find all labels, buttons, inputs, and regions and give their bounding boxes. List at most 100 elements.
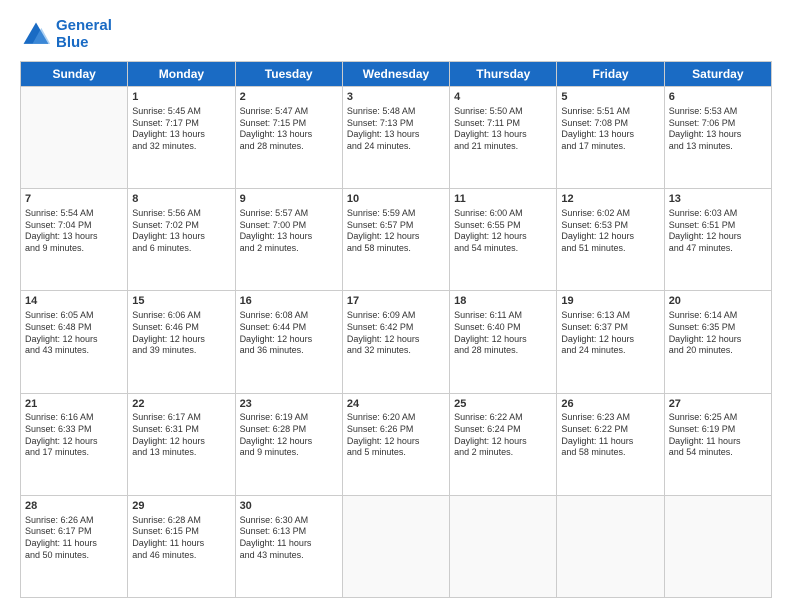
day-info: Sunrise: 6:09 AM Sunset: 6:42 PM Dayligh…: [347, 310, 445, 357]
day-number: 12: [561, 192, 659, 207]
calendar-cell: 15Sunrise: 6:06 AM Sunset: 6:46 PM Dayli…: [128, 291, 235, 393]
calendar-cell: 5Sunrise: 5:51 AM Sunset: 7:08 PM Daylig…: [557, 87, 664, 189]
week-row-5: 28Sunrise: 6:26 AM Sunset: 6:17 PM Dayli…: [21, 495, 772, 597]
calendar-cell: 28Sunrise: 6:26 AM Sunset: 6:17 PM Dayli…: [21, 495, 128, 597]
day-number: 6: [669, 90, 767, 105]
calendar-cell: 22Sunrise: 6:17 AM Sunset: 6:31 PM Dayli…: [128, 393, 235, 495]
weekday-thursday: Thursday: [450, 62, 557, 87]
day-number: 19: [561, 294, 659, 309]
day-number: 16: [240, 294, 338, 309]
day-number: 15: [132, 294, 230, 309]
day-number: 27: [669, 397, 767, 412]
day-info: Sunrise: 6:23 AM Sunset: 6:22 PM Dayligh…: [561, 412, 659, 459]
calendar-cell: 3Sunrise: 5:48 AM Sunset: 7:13 PM Daylig…: [342, 87, 449, 189]
day-info: Sunrise: 6:05 AM Sunset: 6:48 PM Dayligh…: [25, 310, 123, 357]
day-number: 1: [132, 90, 230, 105]
day-info: Sunrise: 5:53 AM Sunset: 7:06 PM Dayligh…: [669, 106, 767, 153]
day-number: 28: [25, 499, 123, 514]
logo-icon: [20, 19, 52, 51]
calendar-cell: 18Sunrise: 6:11 AM Sunset: 6:40 PM Dayli…: [450, 291, 557, 393]
calendar-cell: 29Sunrise: 6:28 AM Sunset: 6:15 PM Dayli…: [128, 495, 235, 597]
calendar-cell: 27Sunrise: 6:25 AM Sunset: 6:19 PM Dayli…: [664, 393, 771, 495]
day-info: Sunrise: 6:06 AM Sunset: 6:46 PM Dayligh…: [132, 310, 230, 357]
weekday-saturday: Saturday: [664, 62, 771, 87]
calendar-cell: 21Sunrise: 6:16 AM Sunset: 6:33 PM Dayli…: [21, 393, 128, 495]
day-info: Sunrise: 5:47 AM Sunset: 7:15 PM Dayligh…: [240, 106, 338, 153]
weekday-monday: Monday: [128, 62, 235, 87]
logo-text: General Blue: [56, 18, 112, 51]
calendar-cell: [557, 495, 664, 597]
week-row-1: 1Sunrise: 5:45 AM Sunset: 7:17 PM Daylig…: [21, 87, 772, 189]
week-row-2: 7Sunrise: 5:54 AM Sunset: 7:04 PM Daylig…: [21, 189, 772, 291]
week-row-3: 14Sunrise: 6:05 AM Sunset: 6:48 PM Dayli…: [21, 291, 772, 393]
day-info: Sunrise: 5:54 AM Sunset: 7:04 PM Dayligh…: [25, 208, 123, 255]
day-number: 20: [669, 294, 767, 309]
day-number: 8: [132, 192, 230, 207]
calendar-cell: 23Sunrise: 6:19 AM Sunset: 6:28 PM Dayli…: [235, 393, 342, 495]
day-number: 10: [347, 192, 445, 207]
day-info: Sunrise: 5:51 AM Sunset: 7:08 PM Dayligh…: [561, 106, 659, 153]
day-info: Sunrise: 6:16 AM Sunset: 6:33 PM Dayligh…: [25, 412, 123, 459]
day-info: Sunrise: 6:13 AM Sunset: 6:37 PM Dayligh…: [561, 310, 659, 357]
logo: General Blue: [20, 18, 112, 51]
day-info: Sunrise: 5:59 AM Sunset: 6:57 PM Dayligh…: [347, 208, 445, 255]
day-info: Sunrise: 6:20 AM Sunset: 6:26 PM Dayligh…: [347, 412, 445, 459]
calendar-cell: 20Sunrise: 6:14 AM Sunset: 6:35 PM Dayli…: [664, 291, 771, 393]
day-info: Sunrise: 6:02 AM Sunset: 6:53 PM Dayligh…: [561, 208, 659, 255]
calendar-cell: 30Sunrise: 6:30 AM Sunset: 6:13 PM Dayli…: [235, 495, 342, 597]
calendar-cell: 13Sunrise: 6:03 AM Sunset: 6:51 PM Dayli…: [664, 189, 771, 291]
day-number: 22: [132, 397, 230, 412]
day-number: 3: [347, 90, 445, 105]
day-number: 11: [454, 192, 552, 207]
calendar-cell: 1Sunrise: 5:45 AM Sunset: 7:17 PM Daylig…: [128, 87, 235, 189]
day-number: 2: [240, 90, 338, 105]
calendar-cell: 7Sunrise: 5:54 AM Sunset: 7:04 PM Daylig…: [21, 189, 128, 291]
day-number: 14: [25, 294, 123, 309]
day-number: 24: [347, 397, 445, 412]
day-info: Sunrise: 6:26 AM Sunset: 6:17 PM Dayligh…: [25, 515, 123, 562]
day-info: Sunrise: 6:11 AM Sunset: 6:40 PM Dayligh…: [454, 310, 552, 357]
calendar-cell: 16Sunrise: 6:08 AM Sunset: 6:44 PM Dayli…: [235, 291, 342, 393]
day-info: Sunrise: 6:17 AM Sunset: 6:31 PM Dayligh…: [132, 412, 230, 459]
weekday-friday: Friday: [557, 62, 664, 87]
calendar-cell: 17Sunrise: 6:09 AM Sunset: 6:42 PM Dayli…: [342, 291, 449, 393]
weekday-sunday: Sunday: [21, 62, 128, 87]
calendar-cell: [664, 495, 771, 597]
day-info: Sunrise: 6:00 AM Sunset: 6:55 PM Dayligh…: [454, 208, 552, 255]
calendar-cell: [21, 87, 128, 189]
day-number: 18: [454, 294, 552, 309]
week-row-4: 21Sunrise: 6:16 AM Sunset: 6:33 PM Dayli…: [21, 393, 772, 495]
calendar-table: SundayMondayTuesdayWednesdayThursdayFrid…: [20, 61, 772, 598]
day-info: Sunrise: 6:03 AM Sunset: 6:51 PM Dayligh…: [669, 208, 767, 255]
day-number: 21: [25, 397, 123, 412]
day-info: Sunrise: 6:25 AM Sunset: 6:19 PM Dayligh…: [669, 412, 767, 459]
day-number: 26: [561, 397, 659, 412]
day-number: 13: [669, 192, 767, 207]
calendar-cell: 24Sunrise: 6:20 AM Sunset: 6:26 PM Dayli…: [342, 393, 449, 495]
day-number: 25: [454, 397, 552, 412]
calendar-cell: 2Sunrise: 5:47 AM Sunset: 7:15 PM Daylig…: [235, 87, 342, 189]
day-number: 17: [347, 294, 445, 309]
calendar-cell: 4Sunrise: 5:50 AM Sunset: 7:11 PM Daylig…: [450, 87, 557, 189]
page: General Blue SundayMondayTuesdayWednesda…: [0, 0, 792, 612]
weekday-tuesday: Tuesday: [235, 62, 342, 87]
calendar-cell: 26Sunrise: 6:23 AM Sunset: 6:22 PM Dayli…: [557, 393, 664, 495]
day-info: Sunrise: 6:14 AM Sunset: 6:35 PM Dayligh…: [669, 310, 767, 357]
calendar-cell: 11Sunrise: 6:00 AM Sunset: 6:55 PM Dayli…: [450, 189, 557, 291]
day-info: Sunrise: 5:50 AM Sunset: 7:11 PM Dayligh…: [454, 106, 552, 153]
header: General Blue: [20, 18, 772, 51]
weekday-wednesday: Wednesday: [342, 62, 449, 87]
day-info: Sunrise: 5:57 AM Sunset: 7:00 PM Dayligh…: [240, 208, 338, 255]
day-info: Sunrise: 6:22 AM Sunset: 6:24 PM Dayligh…: [454, 412, 552, 459]
calendar-cell: [342, 495, 449, 597]
calendar-cell: 19Sunrise: 6:13 AM Sunset: 6:37 PM Dayli…: [557, 291, 664, 393]
day-info: Sunrise: 6:30 AM Sunset: 6:13 PM Dayligh…: [240, 515, 338, 562]
day-number: 4: [454, 90, 552, 105]
calendar-cell: 6Sunrise: 5:53 AM Sunset: 7:06 PM Daylig…: [664, 87, 771, 189]
day-number: 23: [240, 397, 338, 412]
calendar-cell: 25Sunrise: 6:22 AM Sunset: 6:24 PM Dayli…: [450, 393, 557, 495]
day-info: Sunrise: 5:56 AM Sunset: 7:02 PM Dayligh…: [132, 208, 230, 255]
calendar-cell: 10Sunrise: 5:59 AM Sunset: 6:57 PM Dayli…: [342, 189, 449, 291]
day-number: 29: [132, 499, 230, 514]
calendar-cell: 9Sunrise: 5:57 AM Sunset: 7:00 PM Daylig…: [235, 189, 342, 291]
